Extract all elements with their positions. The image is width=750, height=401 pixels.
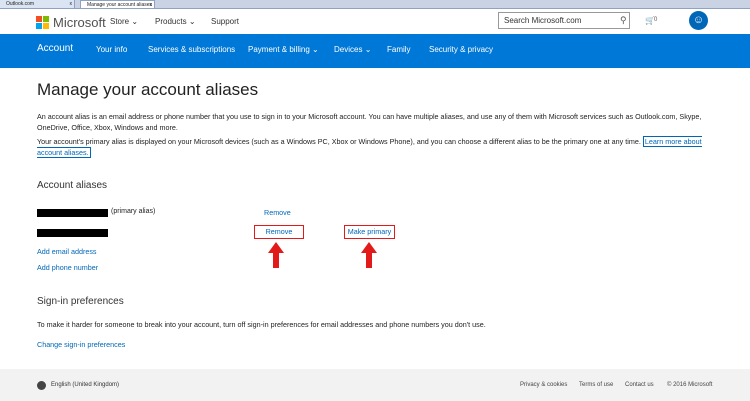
add-email-link[interactable]: Add email address [37, 247, 97, 256]
browser-tab-aliases[interactable]: Manage your account aliases x [80, 0, 155, 8]
search-input[interactable]: Search Microsoft.com [498, 12, 630, 29]
nav-support[interactable]: Support [211, 17, 239, 26]
close-icon[interactable]: x [70, 0, 73, 8]
site-footer: English (United Kingdom) Privacy & cooki… [0, 369, 750, 401]
sign-in-description: To make it harder for someone to break i… [37, 320, 486, 329]
locale-selector[interactable]: English (United Kingdom) [51, 382, 119, 388]
browser-tab-bar: Outlook.com x Manage your account aliase… [0, 0, 750, 9]
chevron-down-icon: ⌄ [312, 45, 319, 54]
annotation-arrow-icon [268, 242, 284, 268]
tab-label: Manage your account aliases [87, 2, 153, 8]
chevron-down-icon: ⌄ [131, 17, 139, 26]
add-phone-link[interactable]: Add phone number [37, 263, 98, 272]
redacted-primary-alias [37, 209, 108, 217]
redacted-secondary-alias [37, 229, 108, 237]
chevron-down-icon: ⌄ [364, 45, 372, 54]
tab-label: Outlook.com [6, 1, 35, 7]
nav-devices[interactable]: Devices ⌄ [334, 45, 371, 54]
nav-security-privacy[interactable]: Security & privacy [429, 45, 493, 54]
nav-products[interactable]: Products ⌄ [155, 17, 196, 26]
search-icon[interactable]: ⚲ [620, 15, 627, 26]
footer-contact-link[interactable]: Contact us [625, 382, 654, 388]
nav-services-subscriptions[interactable]: Services & subscriptions [148, 45, 235, 54]
nav-family[interactable]: Family [387, 45, 411, 54]
section-sign-in-preferences: Sign-in preferences [37, 296, 124, 307]
close-icon[interactable]: x [150, 1, 153, 8]
section-account-aliases: Account aliases [37, 180, 108, 191]
alias-description: An account alias is an email address or … [37, 112, 702, 132]
page-title: Manage your account aliases [37, 80, 259, 99]
cart-count: 0 [654, 17, 658, 23]
footer-terms-link[interactable]: Terms of use [579, 382, 613, 388]
site-header: Microsoft Store ⌄ Products ⌄ Support Sea… [0, 9, 750, 34]
nav-account[interactable]: Account [37, 43, 73, 54]
nav-your-info[interactable]: Your info [96, 45, 127, 54]
account-nav-bar: Account Your info Services & subscriptio… [0, 34, 750, 68]
footer-copyright: © 2016 Microsoft [667, 382, 713, 388]
brand-name[interactable]: Microsoft [53, 15, 106, 30]
primary-alias-description: Your account's primary alias is displaye… [37, 136, 702, 158]
nav-payment-billing[interactable]: Payment & billing ⌄ [248, 45, 319, 54]
microsoft-logo-icon[interactable] [36, 16, 49, 29]
primary-alias-tag: (primary alias) [111, 208, 156, 215]
footer-privacy-link[interactable]: Privacy & cookies [520, 382, 567, 388]
browser-tab-outlook[interactable]: Outlook.com x [0, 0, 75, 8]
change-sign-in-preferences-link[interactable]: Change sign-in preferences [37, 340, 125, 349]
remove-primary-alias-link[interactable]: Remove [264, 208, 291, 217]
nav-store[interactable]: Store ⌄ [110, 17, 138, 26]
make-primary-link[interactable]: Make primary [344, 225, 395, 239]
globe-icon [37, 381, 46, 390]
avatar-icon[interactable]: ☺ [689, 11, 708, 30]
chevron-down-icon: ⌄ [188, 17, 196, 26]
remove-secondary-alias-link[interactable]: Remove [254, 225, 304, 239]
annotation-arrow-icon [361, 242, 377, 268]
